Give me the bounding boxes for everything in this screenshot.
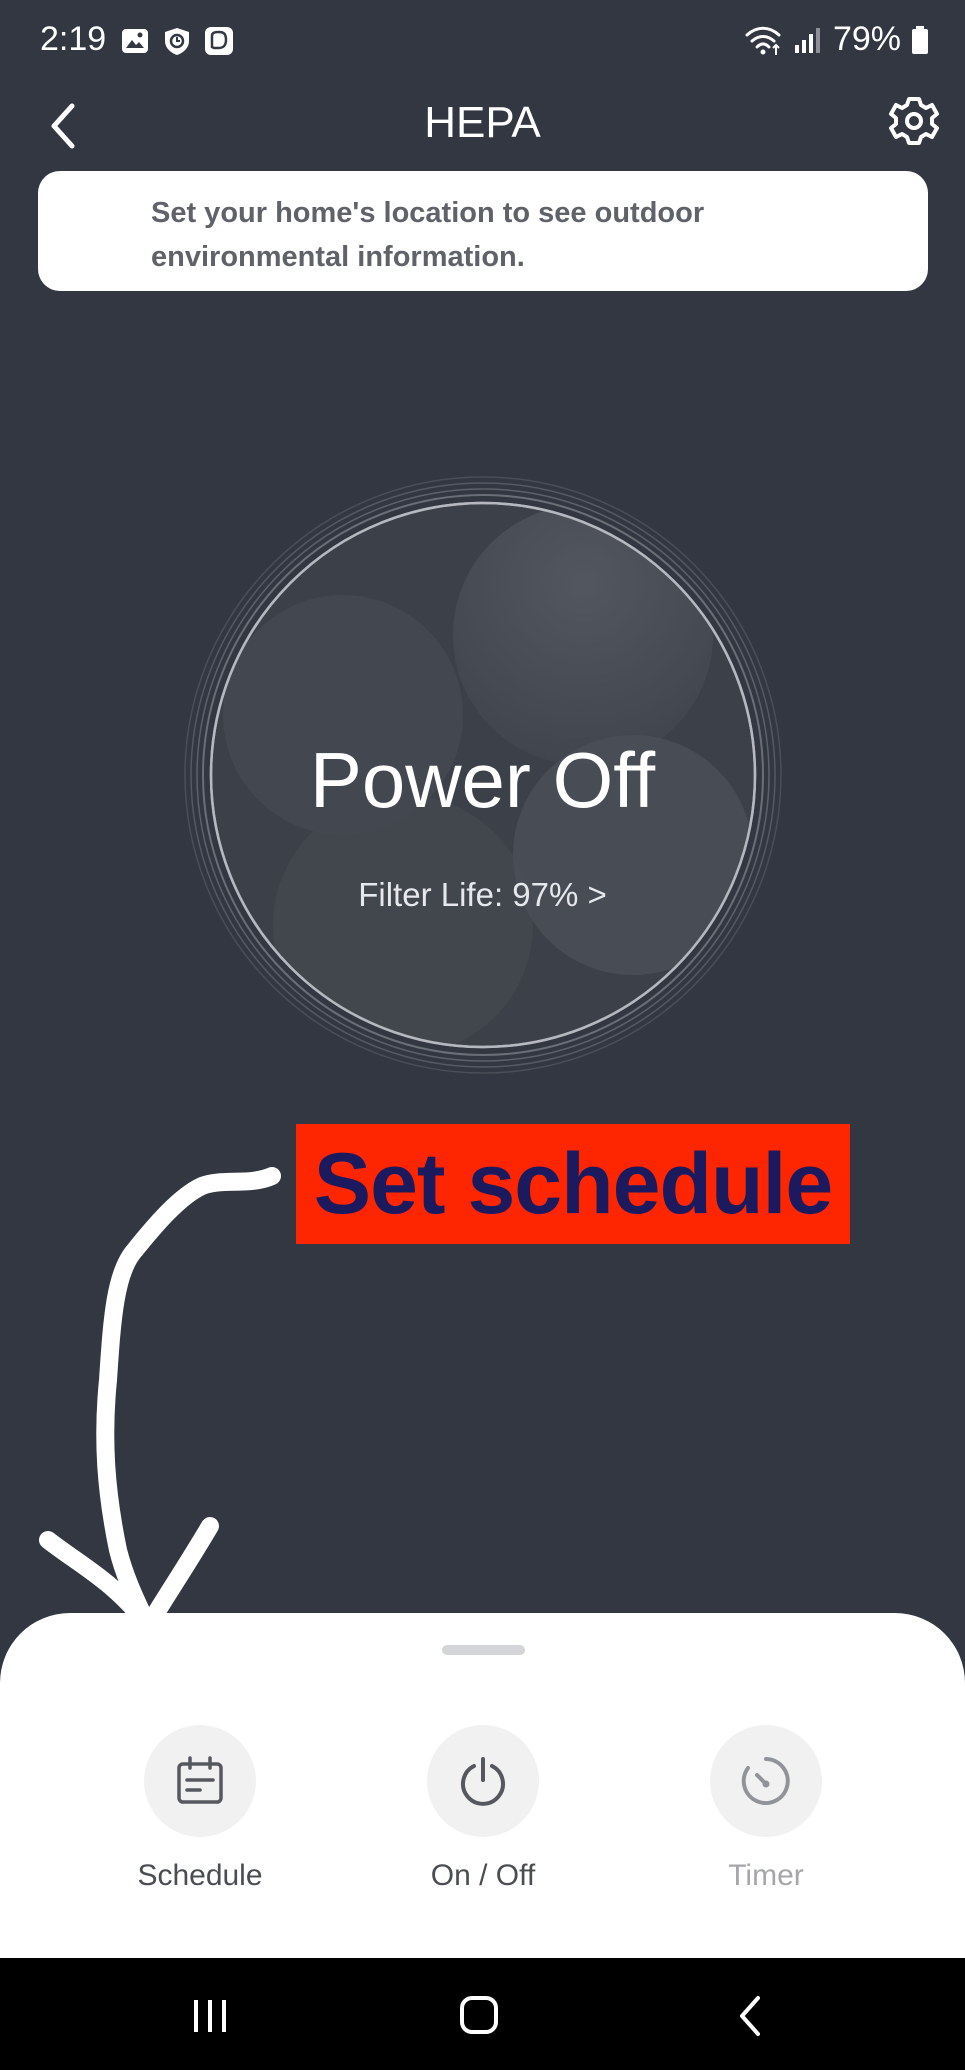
schedule-icon-circle[interactable] <box>144 1725 256 1837</box>
power-toggle-label: On / Off <box>430 1859 536 1892</box>
recent-apps-icon[interactable] <box>180 1992 240 2040</box>
messenger-icon <box>205 27 233 55</box>
sheet-drag-handle[interactable] <box>442 1645 525 1655</box>
schedule-label: Schedule <box>137 1859 263 1892</box>
timer-button[interactable]: Timer <box>666 1725 866 1893</box>
timer-icon-circle[interactable] <box>710 1725 822 1837</box>
system-nav-bar <box>0 1958 965 2070</box>
location-banner[interactable]: Set your home's location to see outdoor … <box>38 171 928 291</box>
battery-percent: 79% <box>832 20 901 58</box>
back-icon[interactable] <box>722 1992 782 2040</box>
gear-icon[interactable] <box>885 92 943 150</box>
location-banner-text: Set your home's location to see outdoor … <box>151 197 705 273</box>
annotation-arrow <box>39 1167 281 1635</box>
calendar-icon <box>177 1756 223 1804</box>
power-icon <box>461 1757 505 1806</box>
bottom-sheet: Schedule On / Off Timer <box>0 1613 965 1958</box>
app-header: HEPA <box>0 84 965 168</box>
power-toggle-button[interactable]: On / Off <box>383 1725 583 1893</box>
annotation-label: Set schedule <box>296 1124 850 1244</box>
page-title: HEPA <box>424 98 541 147</box>
timer-label: Timer <box>728 1859 804 1892</box>
home-icon[interactable] <box>450 1992 510 2040</box>
gallery-icon <box>122 29 148 53</box>
shield-icon <box>165 28 189 55</box>
status-time: 2:19 <box>40 20 107 58</box>
status-right: 79% <box>743 20 929 59</box>
notification-icons <box>120 26 234 56</box>
power-icon-circle[interactable] <box>427 1725 539 1837</box>
timer-icon <box>741 1757 790 1805</box>
filter-life-link[interactable]: Filter Life: 97% > <box>0 876 965 914</box>
wifi-icon <box>745 26 781 55</box>
power-state: Power Off <box>309 736 656 824</box>
schedule-button[interactable]: Schedule <box>100 1725 300 1893</box>
signal-icon <box>794 27 820 53</box>
status-bar: 2:19 79% <box>0 0 965 84</box>
battery-icon <box>912 25 928 54</box>
